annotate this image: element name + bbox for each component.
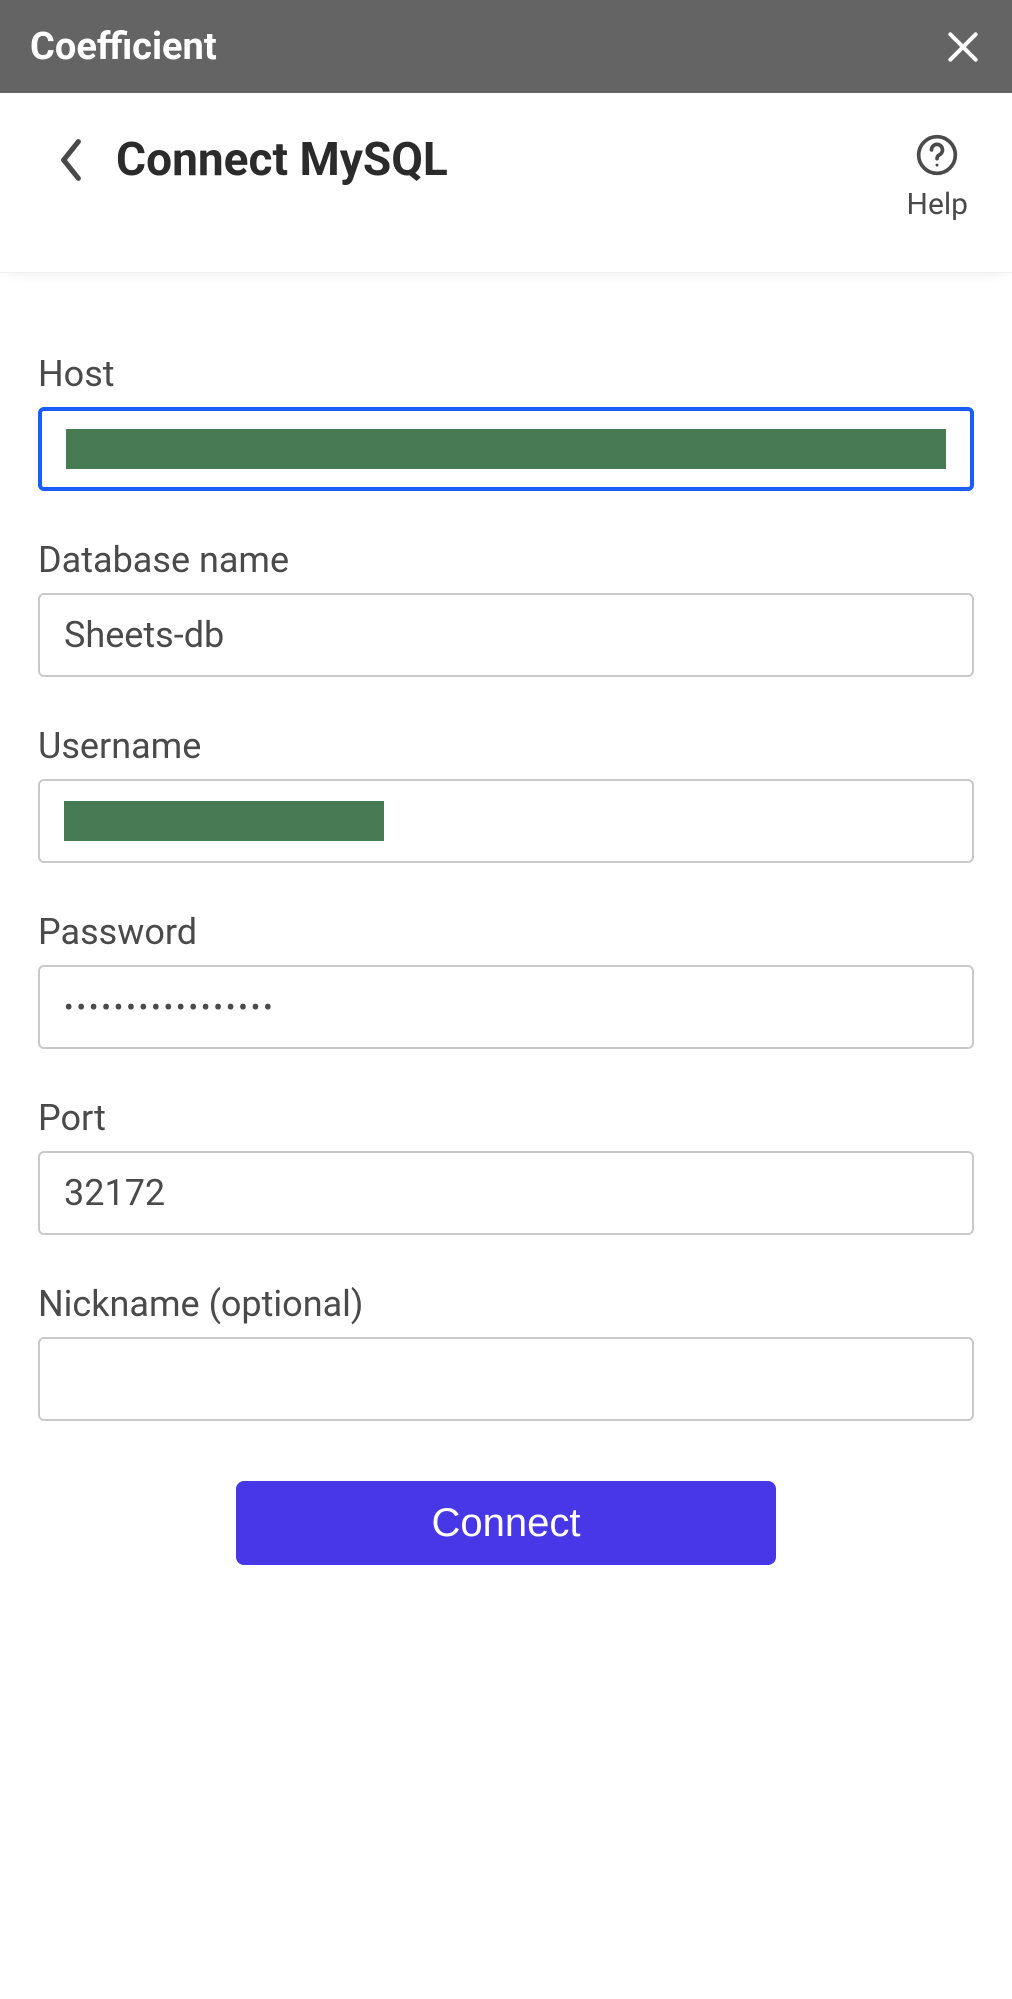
- app-title: Coefficient: [30, 25, 217, 69]
- database-field-group: Database name: [38, 539, 974, 677]
- redacted-host-value: [66, 429, 946, 469]
- password-input[interactable]: •••••••••••••••••: [38, 965, 974, 1049]
- password-field-group: Password •••••••••••••••••: [38, 911, 974, 1049]
- connect-row: Connect: [38, 1481, 974, 1565]
- port-label: Port: [38, 1097, 974, 1139]
- page-header: Connect MySQL Help: [0, 93, 1012, 273]
- nickname-field-group: Nickname (optional): [38, 1283, 974, 1421]
- port-input[interactable]: [38, 1151, 974, 1235]
- password-label: Password: [38, 911, 974, 953]
- top-bar: Coefficient: [0, 0, 1012, 93]
- close-icon: [944, 28, 982, 66]
- connection-form: Host Database name Username Password •••…: [0, 273, 1012, 1565]
- database-label: Database name: [38, 539, 974, 581]
- back-button[interactable]: [30, 138, 84, 182]
- help-button[interactable]: Help: [907, 133, 982, 222]
- database-input[interactable]: [38, 593, 974, 677]
- port-field-group: Port: [38, 1097, 974, 1235]
- host-label: Host: [38, 353, 974, 395]
- username-input[interactable]: [38, 779, 974, 863]
- redacted-username-value: [64, 801, 384, 841]
- username-label: Username: [38, 725, 974, 767]
- chevron-left-icon: [58, 138, 84, 182]
- username-field-group: Username: [38, 725, 974, 863]
- header-left: Connect MySQL: [30, 133, 448, 187]
- host-field-group: Host: [38, 353, 974, 491]
- password-masked-value: •••••••••••••••••: [64, 991, 276, 1024]
- host-input[interactable]: [38, 407, 974, 491]
- page-title: Connect MySQL: [116, 133, 448, 187]
- close-button[interactable]: [944, 28, 982, 66]
- connect-button[interactable]: Connect: [236, 1481, 776, 1565]
- help-label: Help: [907, 187, 968, 222]
- nickname-label: Nickname (optional): [38, 1283, 974, 1325]
- nickname-input[interactable]: [38, 1337, 974, 1421]
- help-icon: [915, 133, 959, 181]
